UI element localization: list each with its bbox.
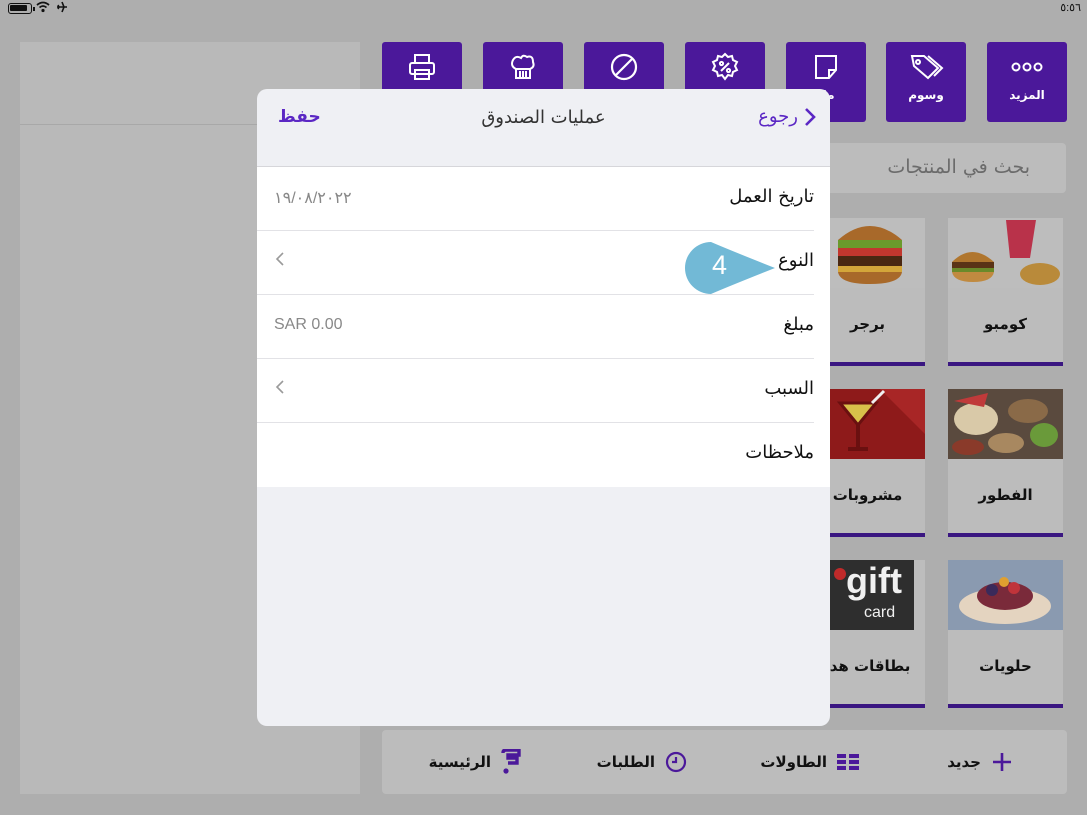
step-callout: 4 <box>684 241 776 295</box>
breakfast-image-icon <box>948 389 1063 459</box>
amount-value: SAR 0.00 <box>274 316 343 333</box>
gift-card-word: gift <box>846 560 902 601</box>
work-date-value: ١٩/٠٨/٢٠٢٢ <box>274 190 352 207</box>
search-placeholder: بحث في المنتجات <box>887 156 1030 178</box>
tables-button[interactable]: الطاولات <box>760 750 859 774</box>
void-icon <box>610 53 638 81</box>
step-number: 4 <box>712 250 728 280</box>
home-button[interactable]: الرئيسية <box>428 749 521 774</box>
chevron-left-icon <box>275 252 284 266</box>
more-label: المزيد <box>1009 88 1045 102</box>
form: تاريخ العمل ١٩/٠٨/٢٠٢٢ النوع مبلغ SAR 0.… <box>257 167 830 487</box>
more-icon <box>1011 62 1043 72</box>
printer-icon <box>409 54 435 80</box>
category-combo[interactable]: كومبو <box>948 218 1063 366</box>
modal-header: رجوع عمليات الصندوق حفظ <box>257 89 830 167</box>
save-button[interactable]: حفظ <box>278 107 321 127</box>
gift-card-subword: card <box>864 604 896 621</box>
modal-title: عمليات الصندوق <box>481 107 606 128</box>
home-label: الرئيسية <box>428 753 491 771</box>
tags-label: وسوم <box>908 88 944 102</box>
notes-row[interactable]: ملاحظات <box>257 423 830 487</box>
category-breakfast[interactable]: الفطور <box>948 389 1063 537</box>
airplane-icon <box>56 1 68 16</box>
category-name: الفطور <box>978 486 1033 504</box>
foodics-logo-icon <box>501 749 521 774</box>
plus-icon <box>993 753 1011 771</box>
reason-row[interactable]: السبب <box>257 359 830 423</box>
desserts-image-icon <box>948 560 1063 630</box>
reason-label: السبب <box>764 378 814 399</box>
tags-icon <box>910 55 944 80</box>
cash-operations-modal: رجوع عمليات الصندوق حفظ تاريخ العمل ١٩/٠… <box>257 89 830 726</box>
wifi-icon <box>36 1 50 16</box>
work-date-label: تاريخ العمل <box>729 186 814 207</box>
note-icon <box>815 55 837 79</box>
tables-grid-icon <box>837 754 859 770</box>
new-order-button[interactable]: جديد <box>947 750 1013 774</box>
tags-button[interactable]: وسوم <box>886 42 966 122</box>
type-label: النوع <box>778 250 814 271</box>
category-name: حلويات <box>979 657 1032 675</box>
discount-icon <box>711 52 739 81</box>
bottom-nav: جديد الطاولات الطلبات الرئيسية <box>382 730 1067 794</box>
tables-label: الطاولات <box>760 753 827 771</box>
clock: ٥:٥٦ <box>1060 2 1081 14</box>
amount-row[interactable]: مبلغ SAR 0.00 <box>257 295 830 359</box>
clock-icon <box>665 751 687 773</box>
amount-label: مبلغ <box>783 314 814 335</box>
combo-image-icon <box>948 218 1063 288</box>
chevron-left-icon <box>275 380 284 394</box>
orders-label: الطلبات <box>596 753 655 771</box>
more-button[interactable]: المزيد <box>987 42 1067 122</box>
battery-icon <box>8 3 35 14</box>
category-name: كومبو <box>984 315 1027 333</box>
new-order-label: جديد <box>947 753 981 771</box>
status-bar: ٥:٥٦ <box>0 0 1087 18</box>
category-desserts[interactable]: حلويات <box>948 560 1063 708</box>
notes-field-label: ملاحظات <box>745 442 814 463</box>
orders-button[interactable]: الطلبات <box>597 750 687 774</box>
product-search[interactable]: بحث في المنتجات <box>812 143 1066 193</box>
work-date-row[interactable]: تاريخ العمل ١٩/٠٨/٢٠٢٢ <box>257 167 830 231</box>
chef-hat-icon <box>511 54 535 79</box>
callout-marker-icon <box>685 242 775 294</box>
